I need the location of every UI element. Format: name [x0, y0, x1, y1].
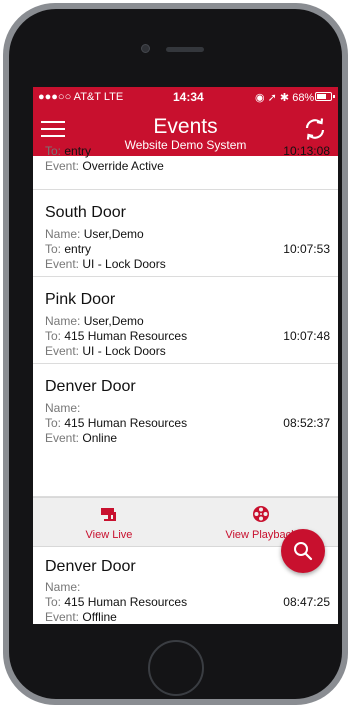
battery-icon [315, 92, 332, 101]
event-type: Event: UI - Lock Doors [45, 257, 166, 271]
carrier-signal: ●●●○○ AT&T LTE [38, 91, 124, 103]
door-name: Denver Door [45, 378, 136, 395]
list-item[interactable]: To: entry 10:13:08 Event: Override Activ… [33, 144, 338, 190]
event-time: 10:13:08 [283, 144, 330, 158]
event-time: 08:52:37 [283, 416, 330, 430]
event-to: To: entry [45, 144, 92, 158]
security-camera-icon [101, 508, 116, 521]
app-screen: ●●●○○ AT&T LTE 14:34 ◉ ➚ ✱ 68% Events We… [33, 87, 338, 624]
list-item[interactable]: South Door Name: User,Demo To: entry 10:… [33, 190, 338, 277]
view-live-label: View Live [85, 529, 133, 541]
event-time: 08:47:25 [283, 595, 330, 609]
event-user: Name: User,Demo [45, 314, 144, 328]
event-time: 10:07:48 [283, 329, 330, 343]
list-item[interactable]: Pink Door Name: User,Demo To: 415 Human … [33, 277, 338, 364]
film-reel-icon [253, 506, 269, 522]
front-camera [141, 44, 150, 53]
event-user: Name: [45, 580, 81, 594]
search-icon [294, 542, 313, 561]
door-name: South Door [45, 204, 126, 221]
home-button[interactable] [148, 640, 204, 696]
event-to: To: 415 Human Resources [45, 416, 188, 430]
event-type: Event: Override Active [45, 159, 164, 173]
view-live-button[interactable]: View Live [33, 498, 185, 548]
list-item[interactable]: Denver Door Name: To: 415 Human Resource… [33, 364, 338, 497]
door-name: Denver Door [45, 558, 136, 575]
earpiece-speaker [166, 47, 204, 52]
phone-device: ●●●○○ AT&T LTE 14:34 ◉ ➚ ✱ 68% Events We… [0, 0, 351, 708]
event-user: Name: User,Demo [45, 227, 144, 241]
event-type: Event: UI - Lock Doors [45, 344, 166, 358]
status-bar: ●●●○○ AT&T LTE 14:34 ◉ ➚ ✱ 68% [33, 87, 338, 107]
battery-nub [333, 95, 335, 98]
event-type: Event: Offline [45, 610, 117, 624]
event-to: To: 415 Human Resources [45, 329, 188, 343]
page-title: Events [153, 115, 218, 138]
event-type: Event: Online [45, 431, 118, 445]
event-user: Name: [45, 401, 81, 415]
event-time: 10:07:53 [283, 242, 330, 256]
search-button[interactable] [281, 529, 325, 573]
battery-fill [317, 94, 326, 99]
refresh-icon[interactable] [303, 117, 327, 141]
event-to: To: entry [45, 242, 92, 256]
status-indicators: ◉ ➚ ✱ 68% [255, 92, 315, 104]
door-name: Pink Door [45, 291, 116, 308]
event-to: To: 415 Human Resources [45, 595, 188, 609]
status-time: 14:34 [173, 90, 204, 104]
